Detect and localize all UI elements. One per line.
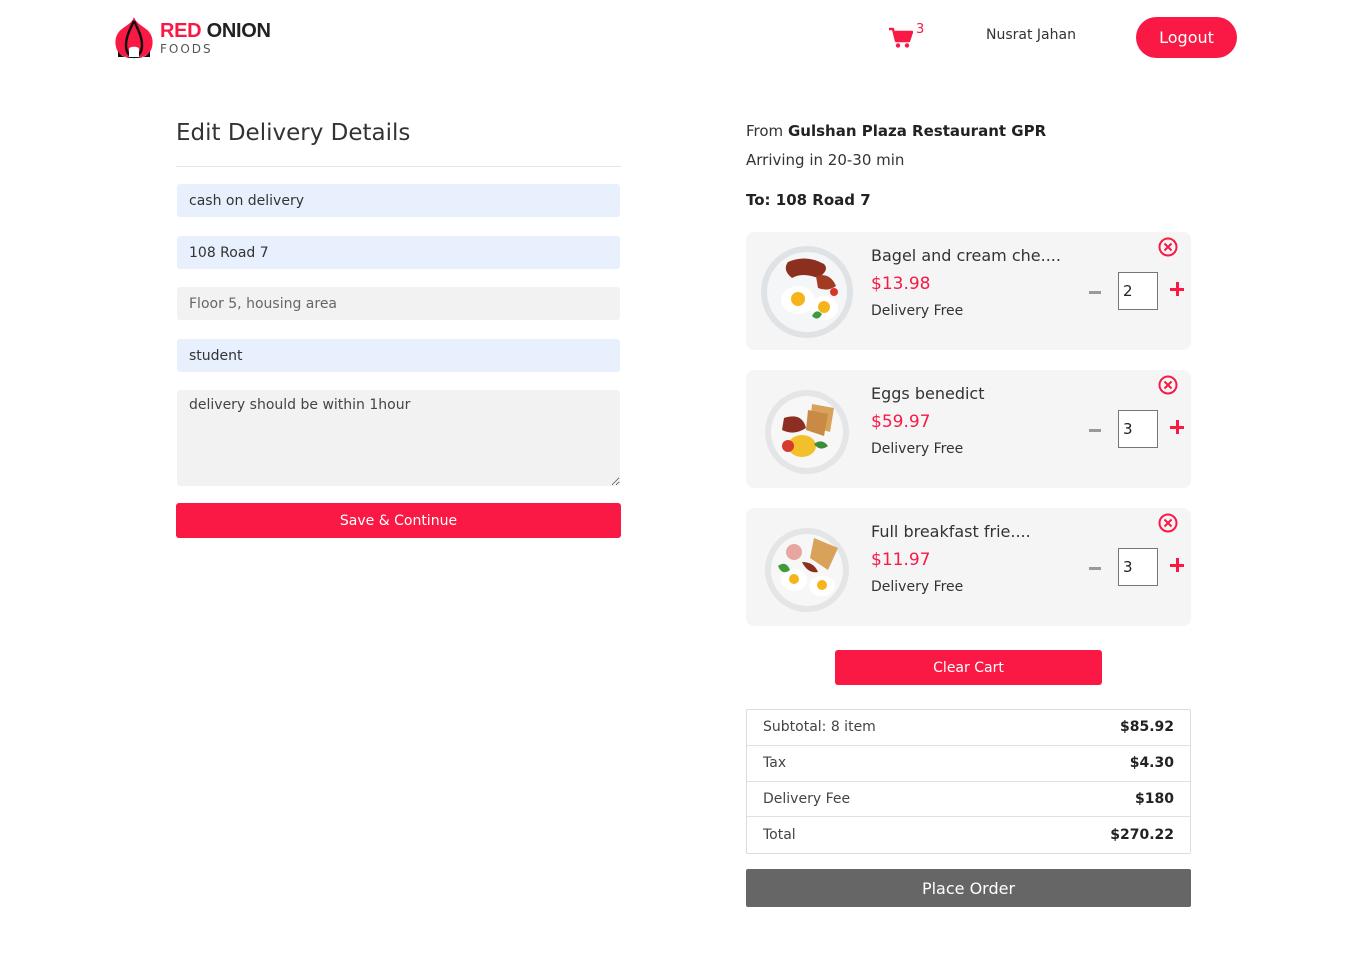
decrease-quantity-button[interactable] — [1089, 429, 1101, 432]
cart-item: Bagel and cream che.... $13.98 Delivery … — [746, 232, 1191, 350]
brand-name-dark: ONION — [206, 20, 271, 42]
cart-button[interactable]: 3 — [889, 22, 929, 52]
payment-method-field[interactable] — [177, 184, 620, 217]
increase-quantity-button[interactable] — [1170, 558, 1184, 572]
increase-quantity-button[interactable] — [1170, 282, 1184, 296]
cart-item: Full breakfast frie.... $11.97 Delivery … — [746, 508, 1191, 626]
remove-item-icon[interactable] — [1157, 374, 1179, 396]
item-price: $13.98 — [871, 274, 931, 294]
remove-item-icon[interactable] — [1157, 236, 1179, 258]
brand-name: RED ONION — [160, 20, 271, 43]
delivery-instructions-field[interactable]: delivery should be within 1hour — [177, 390, 620, 486]
item-name: Bagel and cream che.... — [871, 246, 1061, 265]
clear-cart-button[interactable]: Clear Cart — [835, 650, 1102, 685]
quantity-input[interactable] — [1118, 272, 1158, 310]
save-continue-button[interactable]: Save & Continue — [176, 503, 621, 538]
item-delivery-note: Delivery Free — [871, 579, 964, 595]
place-order-button[interactable]: Place Order — [746, 869, 1191, 907]
summary-value: $85.92 — [1119, 719, 1174, 736]
bagel-dish-image — [761, 246, 853, 338]
quantity-input[interactable] — [1118, 410, 1158, 448]
summary-row-tax: Tax $4.30 — [747, 746, 1190, 782]
summary-value: $4.30 — [1129, 755, 1174, 772]
restaurant-name: Gulshan Plaza Restaurant GPR — [787, 122, 1047, 140]
delivery-destination: To: 108 Road 7 — [746, 191, 871, 209]
from-label: From — [746, 122, 784, 140]
summary-value: $270.22 — [1110, 827, 1174, 844]
summary-row-total: Total $270.22 — [747, 817, 1190, 853]
full-breakfast-dish-image — [765, 528, 849, 612]
summary-label: Total — [763, 827, 796, 844]
logout-button[interactable]: Logout — [1136, 17, 1237, 58]
floor-field[interactable] — [177, 287, 620, 320]
item-price: $59.97 — [871, 412, 931, 432]
form-title: Edit Delivery Details — [176, 120, 411, 146]
quantity-input[interactable] — [1118, 548, 1158, 586]
item-price: $11.97 — [871, 550, 931, 570]
decrease-quantity-button[interactable] — [1089, 567, 1101, 570]
summary-label: Tax — [763, 755, 787, 772]
decrease-quantity-button[interactable] — [1089, 291, 1101, 294]
item-name: Full breakfast frie.... — [871, 522, 1031, 541]
cart-icon — [889, 27, 913, 48]
arrival-time: Arriving in 20-30 min — [746, 151, 905, 169]
occupation-field[interactable] — [177, 339, 620, 372]
restaurant-info: From Gulshan Plaza Restaurant GPR — [746, 122, 1046, 140]
user-name[interactable]: Nusrat Jahan — [986, 27, 1076, 43]
divider — [176, 166, 621, 167]
item-delivery-note: Delivery Free — [871, 303, 964, 319]
brand-name-red: RED — [160, 20, 202, 42]
cart-item: Eggs benedict $59.97 Delivery Free — [746, 370, 1191, 488]
cart-count-badge: 3 — [916, 22, 925, 37]
summary-label: Subtotal: 8 item — [763, 719, 876, 736]
summary-row-subtotal: Subtotal: 8 item $85.92 — [747, 710, 1190, 746]
eggs-benedict-dish-image — [765, 390, 849, 474]
summary-row-delivery-fee: Delivery Fee $180 — [747, 782, 1190, 818]
summary-value: $180 — [1135, 790, 1174, 807]
item-delivery-note: Delivery Free — [871, 441, 964, 457]
onion-logo-icon — [115, 17, 153, 59]
brand-logo[interactable]: RED ONION FOODS — [113, 15, 273, 59]
road-address-field[interactable] — [177, 236, 620, 269]
brand-subtitle: FOODS — [160, 42, 213, 56]
item-name: Eggs benedict — [871, 384, 985, 403]
summary-label: Delivery Fee — [763, 790, 851, 807]
remove-item-icon[interactable] — [1157, 512, 1179, 534]
increase-quantity-button[interactable] — [1170, 420, 1184, 434]
order-summary-table: Subtotal: 8 item $85.92 Tax $4.30 Delive… — [746, 709, 1191, 854]
